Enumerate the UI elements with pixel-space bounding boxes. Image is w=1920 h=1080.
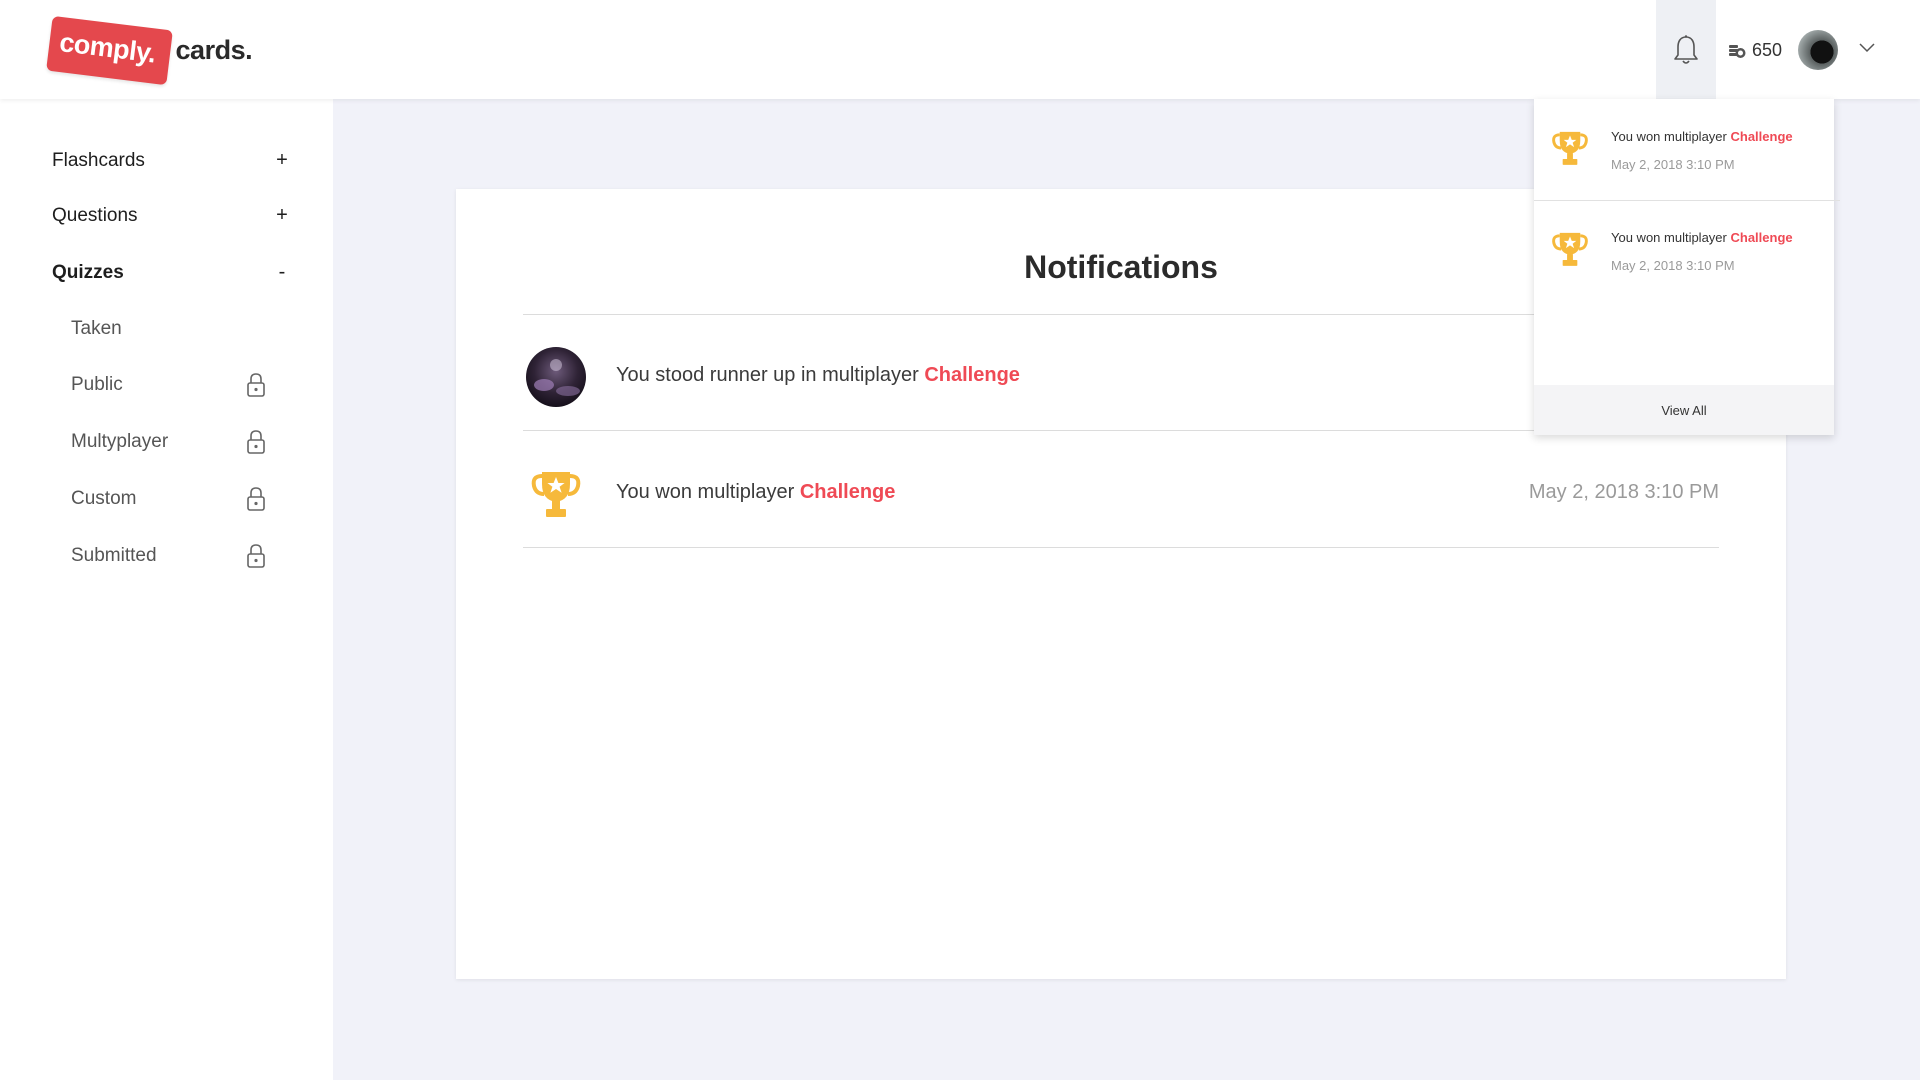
dropdown-item-time: May 2, 2018 3:10 PM xyxy=(1611,157,1735,172)
challenge-link[interactable]: Challenge xyxy=(800,481,896,503)
notification-text: You stood runner up in multiplayer Chall… xyxy=(616,364,1020,386)
sidebar-subitem-custom[interactable]: Custom xyxy=(71,486,266,512)
trophy-icon xyxy=(1552,131,1588,165)
coin-count: 650 xyxy=(1752,40,1783,60)
sidebar-item-flashcards[interactable]: Flashcards + xyxy=(52,149,292,172)
sidebar: Flashcards + Questions + Quizzes - Taken… xyxy=(0,99,333,1080)
expand-toggle[interactable]: + xyxy=(272,149,292,172)
lock-icon xyxy=(247,487,265,511)
trophy-icon xyxy=(1552,232,1588,266)
lock-icon xyxy=(247,373,265,397)
lock-icon xyxy=(247,430,265,454)
sidebar-subitem-taken[interactable]: Taken xyxy=(71,318,266,340)
collapse-toggle[interactable]: - xyxy=(272,261,292,284)
challenge-link[interactable]: Challenge xyxy=(1730,129,1792,144)
dropdown-item-time: May 2, 2018 3:10 PM xyxy=(1611,258,1735,273)
top-header: comply. cards. 650 xyxy=(0,0,1920,99)
sidebar-subitem-label: Custom xyxy=(71,488,137,509)
dropdown-item-text: You won multiplayer Challenge xyxy=(1611,129,1793,144)
bell-icon xyxy=(1674,34,1698,64)
sidebar-subitem-label: Submitted xyxy=(71,545,157,566)
sidebar-subitem-label: Taken xyxy=(71,318,122,339)
notification-text: You won multiplayer Challenge xyxy=(616,481,896,503)
lock-icon xyxy=(247,544,265,568)
logo-badge: comply. xyxy=(46,15,173,85)
notifications-button[interactable] xyxy=(1656,0,1716,99)
challenge-link[interactable]: Challenge xyxy=(924,364,1020,386)
challenge-link[interactable]: Challenge xyxy=(1730,230,1792,245)
trophy-icon xyxy=(526,464,586,524)
dropdown-item[interactable]: You won multiplayer Challenge May 2, 201… xyxy=(1534,200,1834,301)
notification-time: May 2, 2018 3:10 PM xyxy=(1528,481,1719,503)
logo-text: cards. xyxy=(175,34,253,65)
sidebar-subitem-multyplayer[interactable]: Multyplayer xyxy=(71,429,266,455)
sidebar-item-label: Flashcards xyxy=(52,149,145,171)
coins-icon xyxy=(1729,44,1746,58)
dropdown-item-text: You won multiplayer Challenge xyxy=(1611,230,1793,245)
expand-toggle[interactable]: + xyxy=(272,204,292,227)
dropdown-item[interactable]: You won multiplayer Challenge May 2, 201… xyxy=(1534,99,1834,200)
chevron-down-icon[interactable] xyxy=(1858,42,1876,54)
sidebar-item-questions[interactable]: Questions + xyxy=(52,204,292,227)
sidebar-subitem-label: Public xyxy=(71,374,123,395)
sidebar-item-label: Questions xyxy=(52,204,138,226)
user-avatar xyxy=(526,347,586,407)
sidebar-subitem-public[interactable]: Public xyxy=(71,372,266,398)
coin-balance: 650 xyxy=(1728,40,1782,61)
avatar[interactable] xyxy=(1798,30,1838,70)
view-all-button[interactable]: View All xyxy=(1534,385,1834,435)
sidebar-item-quizzes[interactable]: Quizzes - xyxy=(52,261,292,284)
logo[interactable]: comply. cards. xyxy=(46,15,253,85)
notifications-dropdown: You won multiplayer Challenge May 2, 201… xyxy=(1534,99,1840,435)
sidebar-subitem-label: Multyplayer xyxy=(71,431,169,452)
sidebar-item-label: Quizzes xyxy=(52,261,124,283)
list-item[interactable]: You won multiplayer Challenge May 2, 201… xyxy=(523,432,1719,548)
sidebar-subitem-submitted[interactable]: Submitted xyxy=(71,543,266,569)
